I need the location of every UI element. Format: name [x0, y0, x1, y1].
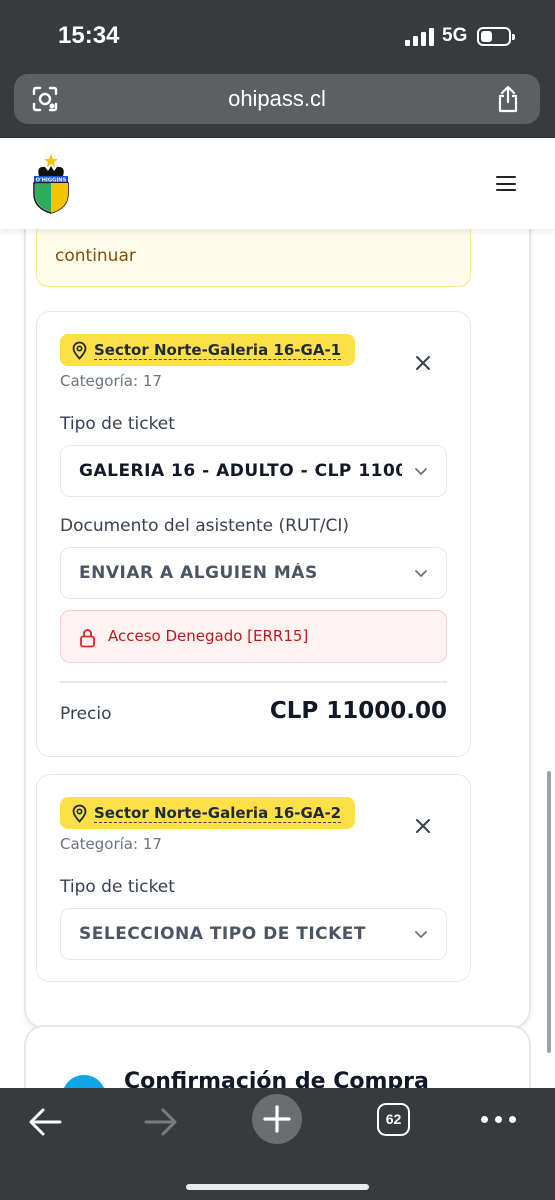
- location-pin-icon: [72, 341, 87, 360]
- category-label: Categoría: 17: [60, 835, 162, 853]
- address-bar[interactable]: ohipass.cl: [14, 74, 540, 124]
- scrollbar[interactable]: [547, 771, 551, 1053]
- lock-icon: [80, 629, 95, 648]
- ticket-type-value: SELECCIONA TIPO DE TICKET: [79, 924, 367, 944]
- url-text[interactable]: ohipass.cl: [14, 86, 540, 112]
- document-value: ENVIAR A ALGUIEN MÁS: [79, 563, 318, 583]
- site-header: O'HIGGINS: [0, 138, 555, 229]
- confirmation-title: Confirmación de Compra: [124, 1069, 429, 1088]
- warning-text: continuar: [55, 246, 136, 266]
- sector-label: Sector Norte-Galeria 16-GA-1: [94, 340, 342, 360]
- category-label: Categoría: 17: [60, 372, 162, 390]
- step-indicator: [62, 1075, 106, 1088]
- ticket-type-label: Tipo de ticket: [60, 877, 175, 897]
- status-bar: 15:34 5G: [0, 0, 555, 72]
- forward-arrow-icon[interactable]: [138, 1102, 182, 1142]
- signal-icon: [405, 28, 435, 46]
- document-label: Documento del asistente (RUT/CI): [60, 516, 350, 536]
- ticket-type-value: GALERIA 16 - ADULTO - CLP 11000.00: [79, 461, 402, 481]
- browser-toolbar: ohipass.cl: [0, 72, 555, 138]
- sector-badge[interactable]: Sector Norte-Galeria 16-GA-1: [60, 334, 356, 366]
- chevron-down-icon: [415, 570, 427, 577]
- location-pin-icon: [72, 804, 87, 823]
- back-arrow-icon[interactable]: [24, 1102, 68, 1142]
- menu-icon[interactable]: [496, 176, 516, 192]
- error-text: Acceso Denegado [ERR15]: [108, 627, 309, 645]
- browser-bottom-bar: 62: [0, 1088, 555, 1200]
- ticket-card-2: Sector Norte-Galeria 16-GA-2 Categoría: …: [36, 774, 471, 982]
- price-label: Precio: [60, 704, 112, 724]
- page-content: continuar Sector Norte-Galeria 16-GA-1 C…: [0, 229, 555, 1088]
- confirmation-card: Confirmación de Compra: [24, 1025, 531, 1088]
- tabs-button[interactable]: 62: [377, 1103, 410, 1136]
- ticket-type-select[interactable]: GALERIA 16 - ADULTO - CLP 11000.00: [60, 445, 447, 497]
- status-time: 15:34: [58, 22, 120, 49]
- error-alert: Acceso Denegado [ERR15]: [60, 610, 447, 663]
- sector-badge[interactable]: Sector Norte-Galeria 16-GA-2: [60, 797, 356, 829]
- share-icon[interactable]: [496, 85, 520, 113]
- club-logo[interactable]: O'HIGGINS: [30, 154, 72, 214]
- ticket-card-1: Sector Norte-Galeria 16-GA-1 Categoría: …: [36, 311, 471, 757]
- close-icon[interactable]: [414, 817, 432, 835]
- sector-label: Sector Norte-Galeria 16-GA-2: [94, 803, 342, 823]
- close-icon[interactable]: [414, 354, 432, 372]
- plus-icon: [263, 1105, 291, 1133]
- divider: [60, 681, 447, 683]
- network-label: 5G: [442, 25, 468, 46]
- document-select[interactable]: ENVIAR A ALGUIEN MÁS: [60, 547, 447, 599]
- warning-box: continuar: [36, 229, 471, 287]
- chevron-down-icon: [415, 468, 427, 475]
- price-value: CLP 11000.00: [269, 698, 447, 724]
- battery-icon: [477, 27, 515, 46]
- home-indicator: [186, 1184, 369, 1190]
- more-icon[interactable]: [481, 1116, 517, 1126]
- chevron-down-icon: [415, 931, 427, 938]
- new-tab-button[interactable]: [252, 1094, 302, 1144]
- ticket-type-select[interactable]: SELECCIONA TIPO DE TICKET: [60, 908, 447, 960]
- ticket-type-label: Tipo de ticket: [60, 414, 175, 434]
